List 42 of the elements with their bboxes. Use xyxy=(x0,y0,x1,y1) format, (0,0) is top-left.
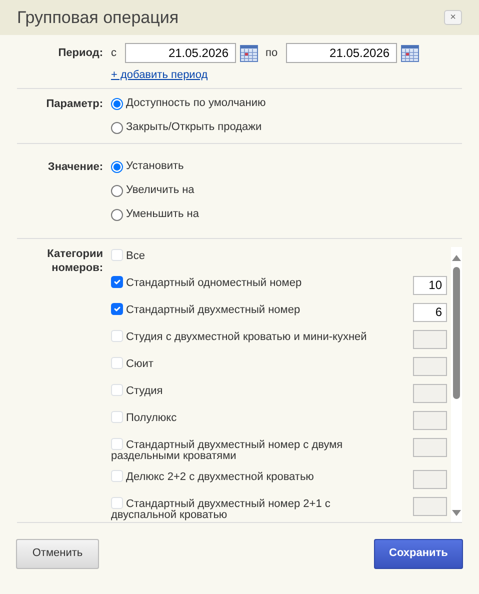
checkbox[interactable] xyxy=(111,276,123,288)
radio-button[interactable] xyxy=(111,98,123,110)
option-label: Закрыть/Открыть продажи xyxy=(126,120,262,136)
radio-button[interactable] xyxy=(111,122,123,134)
radio-button[interactable] xyxy=(111,208,123,220)
checkbox-label: Стандартный двухместный номер с двумя раздельными кроватями xyxy=(111,438,344,462)
checkbox-label: Сюит xyxy=(111,356,391,370)
checkbox-label: Стандартный двухместный номер xyxy=(111,302,391,316)
option-label: Увеличить на xyxy=(126,183,194,198)
close-button[interactable]: × xyxy=(444,10,462,25)
option-label: Уменьшить на xyxy=(126,207,199,222)
save-button[interactable]: Сохранить xyxy=(374,538,463,568)
checkbox-label: Полулюкс xyxy=(111,410,391,424)
checkbox-label: Студия xyxy=(111,384,391,396)
field-label: Категории номеров: xyxy=(46,246,104,276)
radio-button[interactable] xyxy=(111,160,123,172)
field-label: Параметр: xyxy=(45,96,104,112)
checkbox-label: Стандартный двухместный номер 2+1 с двуспальной кроватью xyxy=(111,496,332,520)
option-label: Доступность по умолчанию xyxy=(126,96,266,112)
from-label: с xyxy=(111,46,116,61)
window-title: Групповая операция xyxy=(17,6,179,29)
checkbox-label: Студия с двухместной кроватью и мини-кухней xyxy=(111,330,391,342)
field-label: Значение: xyxy=(46,160,104,174)
add-period-link[interactable]: + добавить период xyxy=(111,67,208,84)
checkbox[interactable] xyxy=(111,302,123,314)
cancel-button[interactable]: Отменить xyxy=(16,538,99,568)
checkbox-label: Все xyxy=(111,248,391,262)
scroll-up-icon[interactable] xyxy=(452,254,461,260)
checkbox-label: Стандартный одноместный номер xyxy=(111,276,391,288)
option-label: Установить xyxy=(126,159,184,174)
radio-button[interactable] xyxy=(111,184,123,196)
number-field[interactable]: 10 xyxy=(413,276,447,294)
scrollbar-thumb[interactable] xyxy=(453,266,460,398)
date-field[interactable]: 21.05.2026 xyxy=(286,43,397,63)
to-label: по xyxy=(266,46,278,61)
calendar-icon[interactable] xyxy=(240,44,258,62)
checkbox-label: Делюкс 2+2 с двухместной кроватью xyxy=(111,470,391,482)
field-label: Период: xyxy=(57,46,104,60)
number-field[interactable]: 6 xyxy=(413,302,447,322)
scroll-down-icon[interactable] xyxy=(452,510,461,516)
date-field[interactable]: 21.05.2026 xyxy=(124,43,236,63)
calendar-icon[interactable] xyxy=(400,44,419,62)
